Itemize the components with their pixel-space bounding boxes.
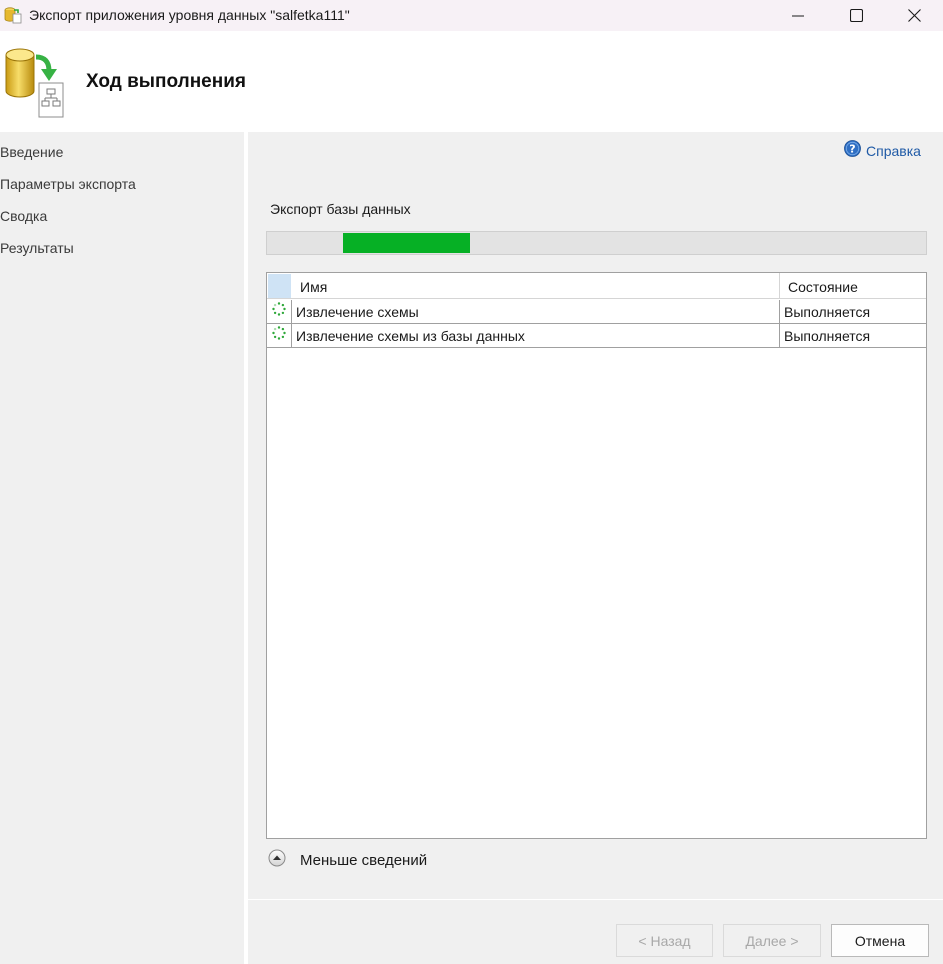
database-export-icon <box>4 6 22 24</box>
minimize-button[interactable] <box>769 0 827 31</box>
next-button[interactable]: Далее > <box>723 924 821 957</box>
cell-separator <box>779 324 780 347</box>
row-state: Выполняется <box>784 328 871 344</box>
window-title: Экспорт приложения уровня данных "salfet… <box>29 7 350 23</box>
title-bar: Экспорт приложения уровня данных "salfet… <box>0 0 943 31</box>
spinner-icon <box>272 326 286 345</box>
select-all-corner[interactable] <box>268 274 291 298</box>
svg-text:?: ? <box>849 143 855 156</box>
progress-bar-fill <box>343 233 470 253</box>
row-name: Извлечение схемы из базы данных <box>296 328 525 344</box>
operation-label: Экспорт базы данных <box>270 201 411 217</box>
maximize-button[interactable] <box>827 0 885 31</box>
column-header-state[interactable]: Состояние <box>788 279 858 295</box>
progress-bar <box>266 231 927 255</box>
help-label: Справка <box>866 143 921 159</box>
row-state: Выполняется <box>784 304 871 320</box>
database-to-document-icon <box>3 45 67 119</box>
row-status-cell <box>267 324 292 347</box>
table-header: Имя Состояние <box>267 273 926 299</box>
collapse-up-icon <box>268 849 286 872</box>
wizard-steps-nav: Введение Параметры экспорта Сводка Резул… <box>0 132 244 964</box>
maximize-icon <box>849 9 863 22</box>
nav-item-introduction[interactable]: Введение <box>0 144 63 160</box>
close-icon <box>907 9 921 22</box>
column-separator[interactable] <box>779 273 780 299</box>
row-status-cell <box>267 300 292 323</box>
nav-item-export-settings[interactable]: Параметры экспорта <box>0 176 136 192</box>
help-link[interactable]: ? Справка <box>844 140 921 162</box>
nav-item-summary[interactable]: Сводка <box>0 208 47 224</box>
progress-table: Имя Состояние Извлечение схемы Выполняет… <box>266 272 927 839</box>
spinner-icon <box>272 302 286 321</box>
export-wizard-window: Экспорт приложения уровня данных "salfet… <box>0 0 943 964</box>
cell-separator <box>779 300 780 323</box>
minimize-icon <box>792 10 804 22</box>
nav-item-results[interactable]: Результаты <box>0 240 74 256</box>
table-row[interactable]: Извлечение схемы Выполняется <box>267 300 926 324</box>
back-button[interactable]: < Назад <box>616 924 713 957</box>
progress-page: ? Справка Экспорт базы данных Имя Состоя… <box>248 132 943 964</box>
cancel-button[interactable]: Отмена <box>831 924 929 957</box>
less-details-label: Меньше сведений <box>300 852 428 869</box>
column-header-name[interactable]: Имя <box>300 279 327 295</box>
table-row[interactable]: Извлечение схемы из базы данных Выполняе… <box>267 324 926 348</box>
wizard-header: Ход выполнения <box>0 31 943 132</box>
page-title: Ход выполнения <box>86 71 246 92</box>
footer-divider <box>248 899 943 900</box>
help-icon: ? <box>844 140 861 162</box>
less-details-toggle[interactable]: Меньше сведений <box>268 849 427 872</box>
row-name: Извлечение схемы <box>296 304 419 320</box>
close-button[interactable] <box>885 0 943 31</box>
